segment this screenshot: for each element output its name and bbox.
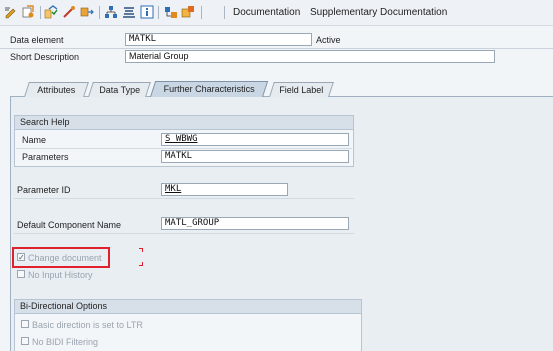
search-help-parameters-label: Parameters [22,152,69,162]
basic-direction-checkbox[interactable] [21,320,29,328]
divider [14,198,354,199]
info-icon[interactable] [140,5,154,19]
documentation-button[interactable]: Documentation [233,6,300,19]
toolbar-separator [99,6,100,19]
search-help-name-field[interactable]: S_WBWG [161,133,349,146]
object-tree-icon[interactable] [164,5,178,19]
short-description-field[interactable]: Material Group [125,50,495,63]
search-help-name-label: Name [22,135,47,145]
tab-further-characteristics[interactable]: Further Characteristics [150,81,269,97]
no-input-history-checkbox[interactable] [17,270,25,278]
short-description-label: Short Description [10,52,80,62]
basic-direction-label: Basic direction is set to LTR [32,320,143,330]
data-element-field[interactable]: MATKL [125,33,312,46]
search-help-parameters-field[interactable]: MATKL [161,150,349,163]
no-input-history-label: No Input History [28,270,93,280]
divider [14,233,354,234]
other-object-icon[interactable] [80,5,94,19]
default-component-name-field[interactable]: MATL_GROUP [161,217,349,230]
no-bidi-filtering-label: No BIDI Filtering [32,337,99,347]
display-change-icon[interactable] [4,5,18,19]
stack-icon[interactable] [122,5,136,19]
active-inactive-icon[interactable] [21,5,35,19]
change-document-label: Change document [28,253,102,263]
focus-corner-marker [139,262,143,266]
toolbar-separator [158,6,159,19]
toolbar-separator [201,6,202,19]
divider [0,48,553,49]
bidi-options-title: Bi-Directional Options [15,300,361,314]
change-document-checkbox[interactable]: ✓ [17,253,25,262]
toolbar-separator [224,6,225,19]
hierarchy-icon[interactable] [104,5,118,19]
toolbar-separator [40,6,41,19]
search-help-title: Search Help [15,116,353,130]
divider [16,148,352,149]
parameter-id-field[interactable]: MKL [161,183,288,196]
no-bidi-filtering-checkbox[interactable] [21,337,29,345]
tab-attributes[interactable]: Attributes [24,82,89,97]
default-component-name-label: Default Component Name [17,220,122,230]
parameter-id-label: Parameter ID [17,185,71,195]
status-text: Active [316,35,341,45]
extras-icon[interactable] [181,5,195,19]
focus-corner-marker [139,248,143,252]
check-icon[interactable] [44,5,58,19]
data-element-label: Data element [10,35,64,45]
where-used-icon[interactable] [62,5,76,19]
tab-field-label[interactable]: Field Label [269,82,334,97]
tab-data-type[interactable]: Data Type [88,82,151,97]
supplementary-documentation-button[interactable]: Supplementary Documentation [310,6,447,19]
